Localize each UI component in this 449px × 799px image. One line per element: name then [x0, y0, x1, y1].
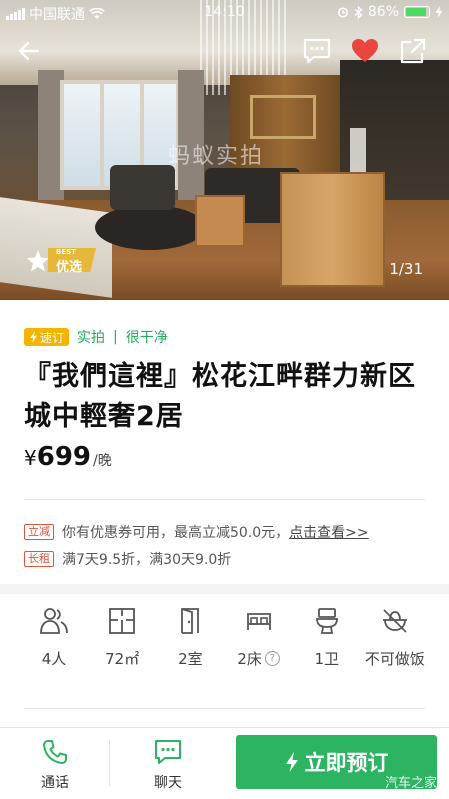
- tag-separator: |: [113, 329, 118, 345]
- promo-tag: 立减: [24, 524, 54, 540]
- battery-percent: 86%: [367, 4, 399, 20]
- express-book-tag: 速订: [24, 328, 70, 346]
- amenity-label: 2室: [178, 650, 203, 668]
- back-button[interactable]: [12, 34, 46, 68]
- hero-photo[interactable]: 蚂蚁实拍 中国联通 14:10 86% BEST 优选 1/31: [0, 0, 449, 300]
- favorite-button[interactable]: [348, 34, 382, 68]
- price-currency: ¥: [24, 446, 37, 470]
- best-badge-top: BEST: [56, 248, 76, 256]
- help-icon[interactable]: ?: [264, 651, 280, 666]
- express-tag-label: 速订: [40, 330, 65, 345]
- best-choice-badge: BEST 优选: [26, 246, 96, 275]
- separator: [109, 740, 110, 786]
- door-icon: [181, 608, 200, 634]
- amenity-beds[interactable]: 2床 ?: [225, 606, 293, 669]
- chat-icon: [155, 740, 181, 764]
- amenity-area: 72㎡: [88, 606, 156, 669]
- chat-button[interactable]: 聊天: [128, 738, 208, 792]
- amenity-guests: 4人: [20, 606, 88, 669]
- amenity-label: 2床 ?: [237, 648, 280, 669]
- bottom-action-bar: 通话 聊天 立即预订 汽车之家: [0, 727, 449, 799]
- chat-label: 聊天: [154, 775, 182, 791]
- listing-detail-page: 蚂蚁实拍 中国联通 14:10 86% BEST 优选 1/31 速订 实拍 |…: [0, 0, 449, 799]
- photo-counter: 1/31: [389, 260, 423, 278]
- listing-price: ¥ 699 /晚: [24, 442, 112, 472]
- lightning-icon: [285, 752, 298, 772]
- share-icon: [400, 38, 426, 64]
- section-gap: [0, 584, 449, 594]
- listing-tags: 速订 实拍 | 很干净: [24, 327, 168, 347]
- amenity-label: 1卫: [314, 650, 340, 668]
- toilet-icon: [315, 608, 338, 634]
- amenity-label: 72㎡: [105, 650, 140, 668]
- book-now-label: 立即预订: [304, 751, 389, 775]
- phone-icon: [43, 740, 67, 764]
- charging-icon: [435, 6, 443, 18]
- no-cooking-icon: [382, 609, 407, 633]
- photo-watermark: 蚂蚁实拍: [168, 144, 265, 169]
- battery-icon: [404, 6, 430, 18]
- brand-watermark: 汽车之家: [384, 776, 437, 791]
- amenity-label: 不可做饭: [364, 650, 425, 668]
- lightning-icon: [30, 331, 37, 343]
- view-coupon-link[interactable]: 点击查看>>: [289, 522, 368, 542]
- amenity-label: 4人: [41, 650, 67, 668]
- share-button[interactable]: [396, 34, 430, 68]
- floorplan-icon: [109, 608, 136, 634]
- divider: [24, 708, 425, 709]
- best-badge-label: 优选: [56, 260, 83, 275]
- alarm-icon: [337, 7, 348, 18]
- message-button[interactable]: [300, 34, 334, 68]
- call-label: 通话: [41, 775, 69, 791]
- promo-tag: 长租: [24, 551, 54, 567]
- price-amount: 699: [36, 442, 92, 472]
- bluetooth-icon: [354, 5, 363, 19]
- promo-text: 你有优惠券可用，最高立减50.0元，: [62, 525, 290, 541]
- verified-photo-tag: 实拍: [77, 330, 106, 346]
- status-bar: 中国联通 14:10 86%: [0, 0, 449, 24]
- clean-tag: 很干净: [125, 330, 168, 346]
- listing-title: 『我們這裡』松花江畔群力新区城中輕奢2居: [24, 361, 416, 432]
- long-stay-promo-row: 长租 满7天9.5折，满30天9.0折: [24, 549, 231, 569]
- promo-text: 满7天9.5折，满30天9.0折: [62, 552, 232, 568]
- divider: [24, 499, 425, 500]
- arrow-left-icon: [18, 41, 40, 61]
- coupon-promo-row: 立减 你有优惠券可用，最高立减50.0元， 点击查看>>: [24, 522, 369, 542]
- amenity-cooking: 不可做饭: [361, 606, 429, 669]
- amenity-bathrooms: 1卫: [293, 606, 361, 669]
- heart-icon: [352, 39, 378, 62]
- beds-label: 2床: [237, 650, 262, 668]
- guests-icon: [40, 608, 68, 634]
- star-icon: [27, 250, 49, 272]
- call-button[interactable]: 通话: [15, 738, 95, 792]
- price-unit: /晚: [93, 453, 112, 469]
- amenity-rooms: 2室: [156, 606, 224, 669]
- amenities-row: 4人 72㎡ 2室 2床 ? 1卫 不可做饭: [20, 606, 429, 669]
- bed-icon: [246, 613, 271, 630]
- chat-bubble-icon: [303, 38, 331, 64]
